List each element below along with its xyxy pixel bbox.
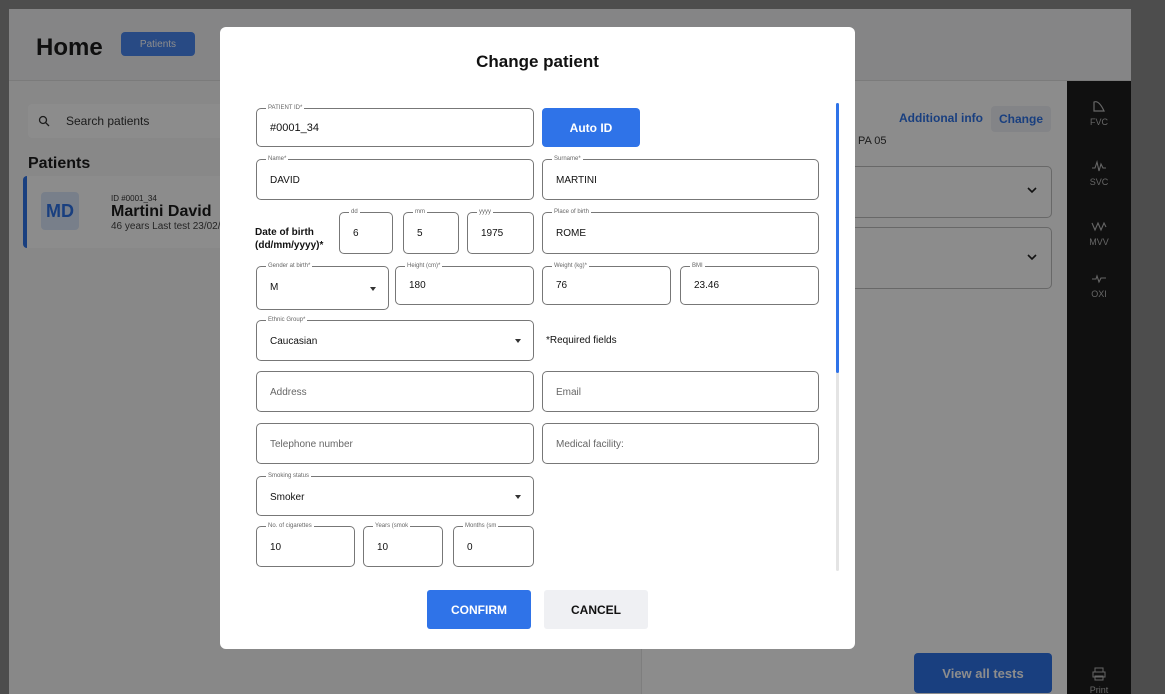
- field-label: PATIENT ID*: [266, 104, 305, 112]
- field-value: 23.46: [694, 280, 720, 291]
- field-label: Surname*: [552, 155, 583, 163]
- email-field[interactable]: Email: [542, 371, 819, 412]
- field-label: Smoking status: [266, 472, 312, 480]
- field-label: Height (cm)*: [405, 262, 443, 270]
- weight-field[interactable]: Weight (kg)* 76: [542, 262, 671, 305]
- field-value: #0001_34: [270, 122, 319, 134]
- field-label: dd: [349, 208, 360, 216]
- dialog-title: Change patient: [476, 52, 599, 71]
- telephone-field[interactable]: Telephone number: [256, 423, 534, 464]
- field-label: mm: [413, 208, 427, 216]
- dob-day-field[interactable]: dd 6: [339, 208, 393, 254]
- field-value: 180: [409, 280, 426, 291]
- smoking-status-select[interactable]: Smoking status Smoker: [256, 472, 534, 516]
- field-value: Smoker: [270, 492, 305, 503]
- height-field[interactable]: Height (cm)* 180: [395, 262, 534, 305]
- dropdown-arrow-icon: [370, 287, 376, 291]
- gender-select[interactable]: Gender at birth* M: [256, 262, 389, 310]
- field-value: 10: [270, 542, 282, 553]
- dob-label: Date of birth (dd/mm/yyyy)*: [255, 227, 324, 251]
- field-value: 5: [417, 228, 423, 239]
- cigarettes-field[interactable]: No. of cigarettes 10: [256, 522, 355, 567]
- field-label: Years (smok: [373, 522, 411, 530]
- patient-id-field[interactable]: PATIENT ID* #0001_34: [256, 104, 534, 147]
- field-value: 10: [377, 542, 389, 553]
- dob-year-field[interactable]: yyyy 1975: [467, 208, 534, 254]
- months-smoking-field[interactable]: Months (sm 0: [453, 522, 534, 567]
- field-value: 76: [556, 280, 568, 291]
- field-label: Name*: [266, 155, 289, 163]
- field-placeholder: Address: [270, 387, 307, 398]
- field-label: No. of cigarettes: [266, 522, 314, 530]
- field-value: DAVID: [270, 175, 300, 186]
- field-value: MARTINI: [556, 175, 597, 186]
- field-label: Gender at birth*: [266, 262, 313, 270]
- dropdown-arrow-icon: [515, 495, 521, 499]
- field-label: BMI: [690, 262, 705, 270]
- field-value: 6: [353, 228, 359, 239]
- cancel-button[interactable]: CANCEL: [544, 590, 648, 629]
- field-label: Weight (kg)*: [552, 262, 589, 270]
- field-label: Ethnic Group*: [266, 316, 308, 324]
- address-field[interactable]: Address: [256, 371, 534, 412]
- field-placeholder: Email: [556, 387, 582, 398]
- field-label: Place of birth: [552, 208, 592, 216]
- place-of-birth-field[interactable]: Place of birth ROME: [542, 208, 819, 254]
- scrollbar-thumb[interactable]: [836, 103, 839, 373]
- years-smoking-field[interactable]: Years (smok 10: [363, 522, 443, 567]
- field-label: Months (sm: [463, 522, 499, 530]
- field-label: yyyy: [477, 208, 493, 216]
- bmi-field: BMI 23.46: [680, 262, 819, 305]
- dob-month-field[interactable]: mm 5: [403, 208, 459, 254]
- confirm-button[interactable]: CONFIRM: [427, 590, 531, 629]
- name-field[interactable]: Name* DAVID: [256, 155, 534, 200]
- field-placeholder: Medical facility:: [556, 439, 624, 450]
- medical-facility-field[interactable]: Medical facility:: [542, 423, 819, 464]
- ethnic-group-select[interactable]: Ethnic Group* Caucasian: [256, 316, 534, 361]
- field-value: 1975: [481, 228, 504, 239]
- field-placeholder: Telephone number: [270, 439, 353, 450]
- change-patient-dialog: Change patient PATIENT ID* #0001_34 Auto…: [220, 27, 855, 649]
- dropdown-arrow-icon: [515, 339, 521, 343]
- field-value: Caucasian: [270, 336, 318, 347]
- field-value: ROME: [556, 228, 586, 239]
- field-value: M: [270, 282, 279, 293]
- surname-field[interactable]: Surname* MARTINI: [542, 155, 819, 200]
- auto-id-button[interactable]: Auto ID: [542, 108, 640, 147]
- required-fields-note: *Required fields: [546, 335, 617, 346]
- field-value: 0: [467, 542, 473, 553]
